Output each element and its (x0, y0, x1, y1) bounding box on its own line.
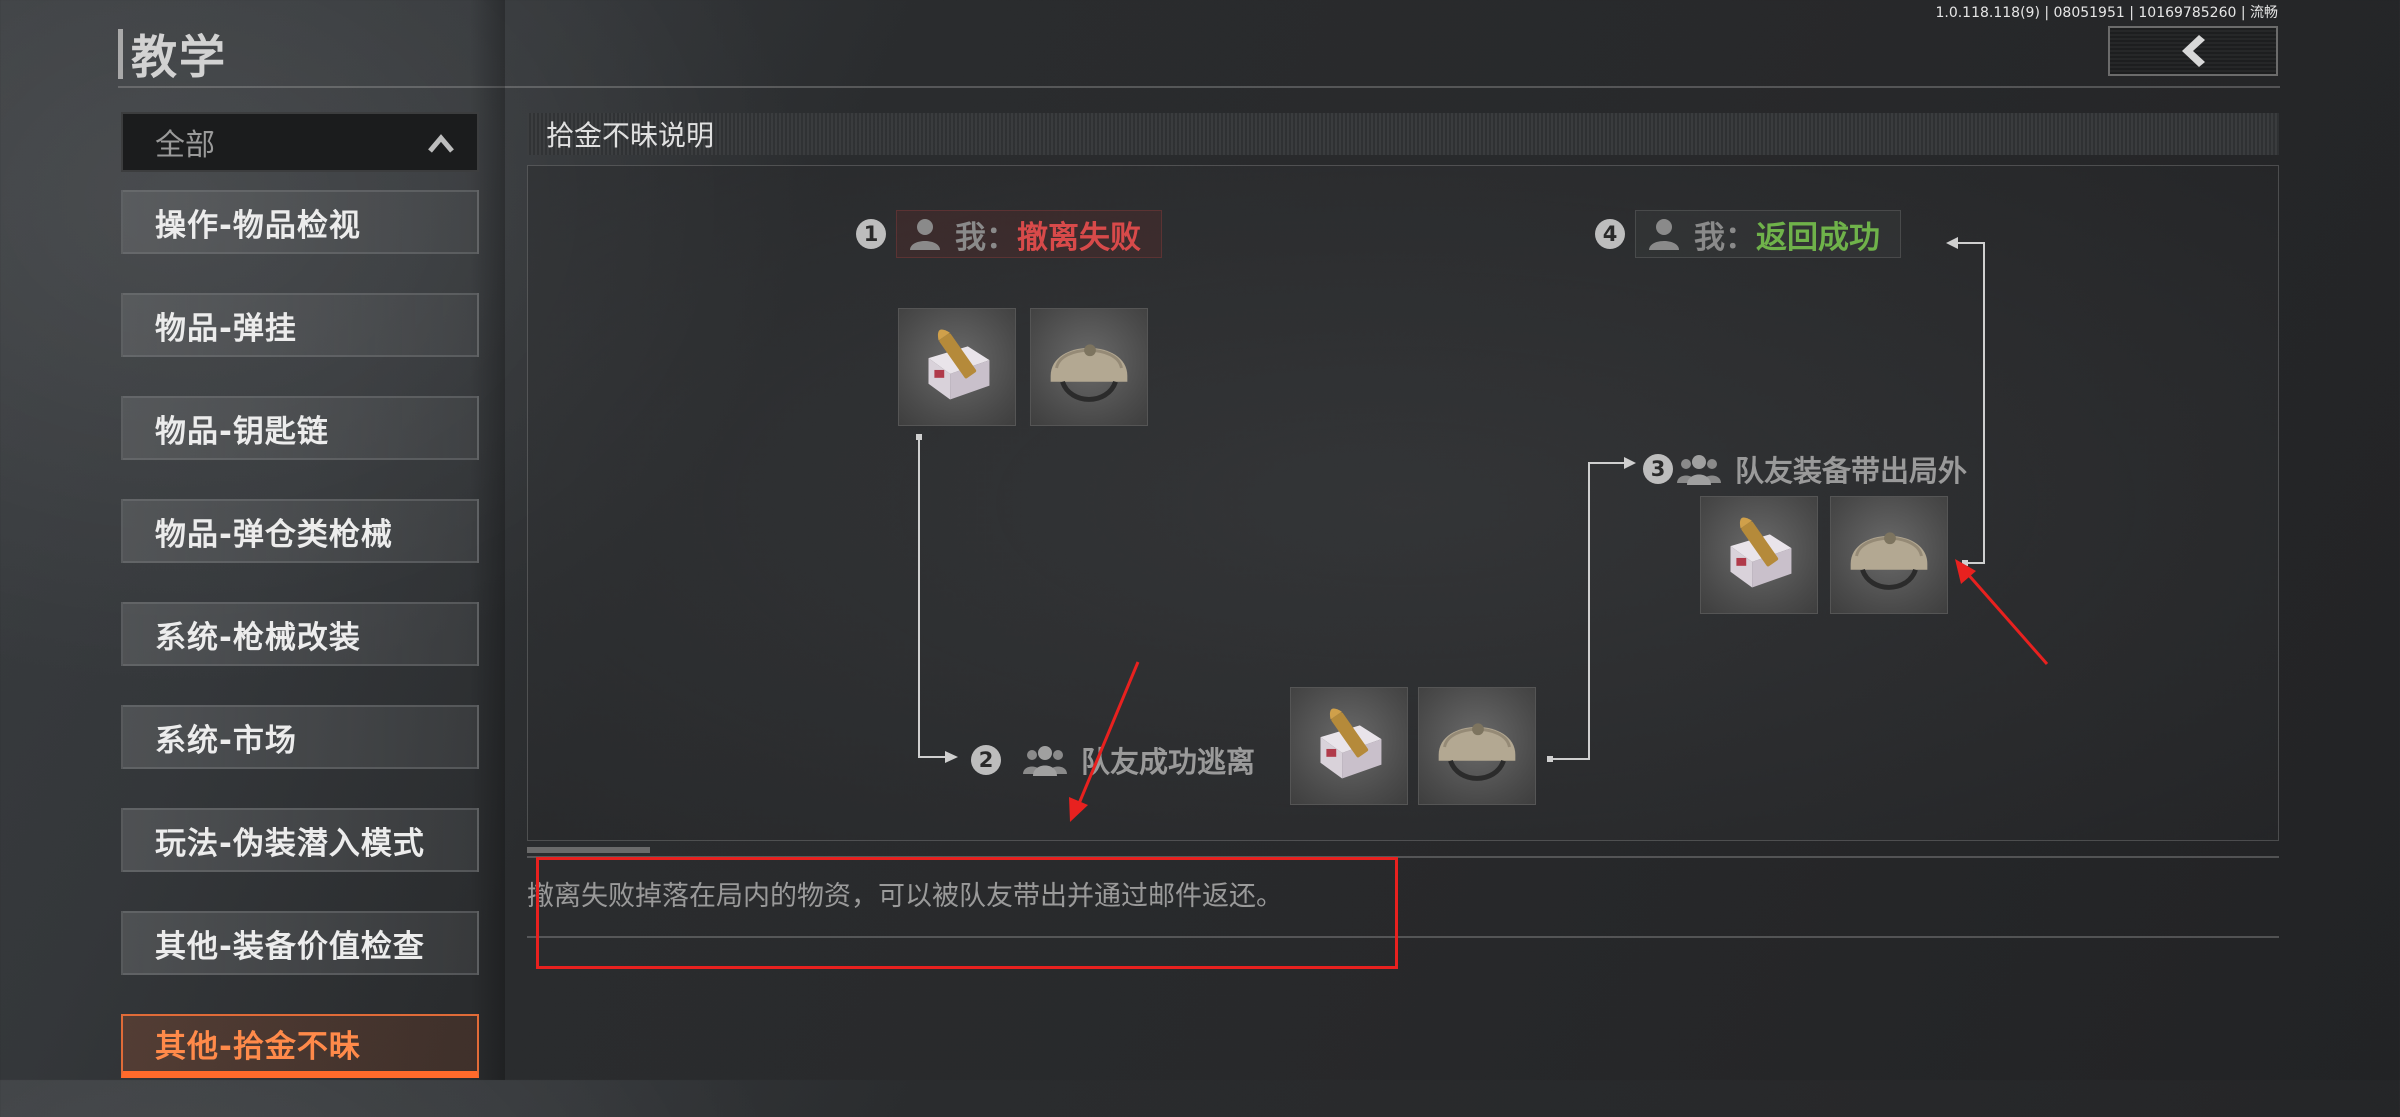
annotation-arrows (1069, 559, 2049, 822)
